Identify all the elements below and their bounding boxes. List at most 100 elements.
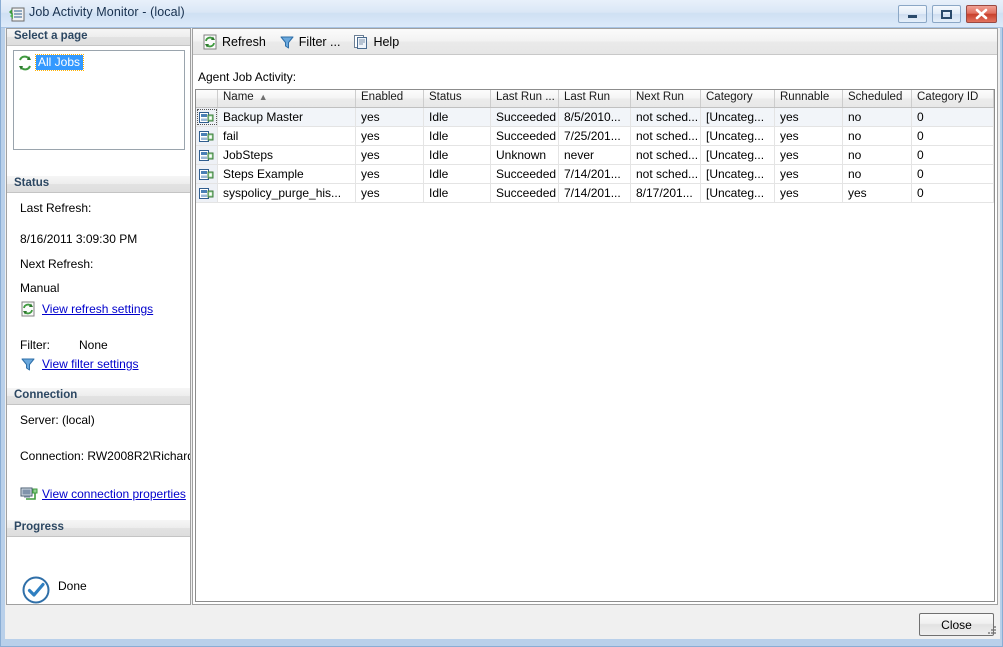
minimize-button[interactable] (898, 5, 927, 23)
cell-next_run: not sched... (631, 108, 701, 126)
cell-name: syspolicy_purge_his... (218, 184, 356, 202)
cell-name: Steps Example (218, 165, 356, 183)
cell-enabled: yes (356, 127, 424, 145)
cell-next_run: 8/17/201... (631, 184, 701, 202)
close-button[interactable]: Close (919, 613, 994, 636)
column-header-label: Scheduled (848, 91, 903, 103)
agent-job-activity-label: Agent Job Activity: (198, 70, 297, 84)
resize-grip[interactable] (985, 623, 998, 636)
cell-last_run_outcome: Succeeded (491, 184, 559, 202)
cell-category: [Uncateg... (701, 108, 775, 126)
refresh-icon (202, 34, 218, 50)
cell-name: JobSteps (218, 146, 356, 164)
cell-enabled: yes (356, 108, 424, 126)
cell-scheduled: yes (843, 184, 912, 202)
column-header-category_id[interactable]: Category ID (912, 90, 994, 107)
table-row[interactable]: JobSteps yes Idle Unknown never not sched...[… (196, 146, 994, 165)
cell-category: [Uncateg... (701, 184, 775, 202)
last-refresh-label: Last Refresh: (20, 201, 92, 215)
cell-last_run_outcome: Succeeded (491, 127, 559, 145)
column-header-next_run[interactable]: Next Run (631, 90, 701, 107)
sort-ascending-icon: ▲ (258, 92, 268, 102)
maximize-button[interactable] (932, 5, 961, 23)
column-header-label: Enabled (361, 91, 404, 103)
cell-next_run: not sched... (631, 146, 701, 164)
table-row[interactable]: syspolicy_purge_his... yes Idle Succeeded 7/… (196, 184, 994, 203)
job-icon (196, 184, 218, 202)
cell-enabled: yes (356, 165, 424, 183)
all-jobs-icon (17, 55, 33, 71)
refresh-button-label: Refresh (222, 34, 266, 49)
cell-enabled: yes (356, 184, 424, 202)
cell-runnable: yes (775, 108, 843, 126)
view-refresh-settings-link[interactable]: View refresh settings (20, 301, 153, 317)
column-header-last_run[interactable]: Last Run (559, 90, 631, 107)
close-window-button[interactable] (966, 5, 997, 23)
column-header-label: Category ID (917, 91, 979, 103)
select-a-page-header: Select a page (7, 29, 190, 46)
cell-scheduled: no (843, 108, 912, 126)
cell-last_run: 7/14/201... (559, 184, 631, 202)
column-header-label: Name (223, 91, 254, 103)
view-filter-settings-label: View filter settings (42, 357, 139, 371)
job-activity-grid[interactable]: Name ▲ Enabled Status Last Run ... Last Run Ne… (195, 89, 995, 602)
progress-status-text: Done (58, 579, 87, 593)
cell-next_run: not sched... (631, 165, 701, 183)
view-connection-properties-link[interactable]: View connection properties (20, 486, 186, 502)
cell-category: [Uncateg... (701, 165, 775, 183)
column-header-scheduled[interactable]: Scheduled (843, 90, 912, 107)
cell-status: Idle (424, 127, 491, 145)
filter-value: None (79, 338, 108, 352)
table-row[interactable]: Steps Example yes Idle Succeeded 7/14/201...… (196, 165, 994, 184)
view-filter-settings-link[interactable]: View filter settings (20, 356, 139, 372)
job-icon (196, 165, 218, 183)
column-header-last_run_outcome[interactable]: Last Run ... (491, 90, 559, 107)
funnel-icon (279, 34, 295, 50)
tree-item-all-jobs[interactable]: All Jobs (17, 54, 85, 71)
status-section-header: Status (7, 176, 190, 193)
column-header-runnable[interactable]: Runnable (775, 90, 843, 107)
filter-button-label: Filter ... (298, 34, 341, 49)
cell-last_run_outcome: Succeeded (491, 165, 559, 183)
cell-enabled: yes (356, 146, 424, 164)
cell-last_run: 7/25/201... (559, 127, 631, 145)
grid-header-row: Name ▲ Enabled Status Last Run ... Last Run Ne… (196, 90, 994, 108)
connection-header-label: Connection (14, 389, 78, 401)
next-refresh-label: Next Refresh: (20, 257, 94, 271)
cell-category_id: 0 (912, 184, 994, 202)
cell-scheduled: no (843, 146, 912, 164)
column-header-status[interactable]: Status (424, 90, 491, 107)
cell-category: [Uncateg... (701, 127, 775, 145)
cell-category: [Uncateg... (701, 146, 775, 164)
column-header-label: Last Run (564, 91, 611, 103)
select-a-page-label: Select a page (14, 30, 88, 42)
refresh-button[interactable]: Refresh (199, 31, 273, 53)
cell-name: Backup Master (218, 108, 356, 126)
server-line: Server: (local) (20, 413, 95, 427)
cell-next_run: not sched... (631, 127, 701, 145)
table-row[interactable]: fail yes Idle Succeeded 7/25/201... not sched… (196, 127, 994, 146)
column-header-icon[interactable] (196, 90, 218, 107)
help-button[interactable]: Help (350, 31, 406, 53)
cell-name: fail (218, 127, 356, 145)
cell-status: Idle (424, 184, 491, 202)
filter-label: Filter: (20, 338, 50, 352)
column-header-label: Runnable (780, 91, 830, 103)
funnel-icon (20, 356, 36, 372)
cell-runnable: yes (775, 184, 843, 202)
column-header-category[interactable]: Category (701, 90, 775, 107)
connection-section-header: Connection (7, 388, 190, 405)
column-header-name[interactable]: Name ▲ (218, 90, 356, 107)
connection-line: Connection: RW2008R2\Richard (20, 449, 191, 463)
progress-header-label: Progress (14, 521, 64, 533)
filter-button[interactable]: Filter ... (276, 31, 348, 53)
job-icon (196, 108, 218, 126)
column-header-enabled[interactable]: Enabled (356, 90, 424, 107)
title-bar: Job Activity Monitor - (local) (1, 0, 1003, 28)
column-header-label: Status (429, 91, 462, 103)
cell-category_id: 0 (912, 165, 994, 183)
progress-section-header: Progress (7, 520, 190, 537)
table-row[interactable]: Backup Master yes Idle Succeeded 8/5/2010...… (196, 108, 994, 127)
cell-last_run_outcome: Succeeded (491, 108, 559, 126)
page-tree[interactable]: All Jobs (13, 50, 185, 150)
